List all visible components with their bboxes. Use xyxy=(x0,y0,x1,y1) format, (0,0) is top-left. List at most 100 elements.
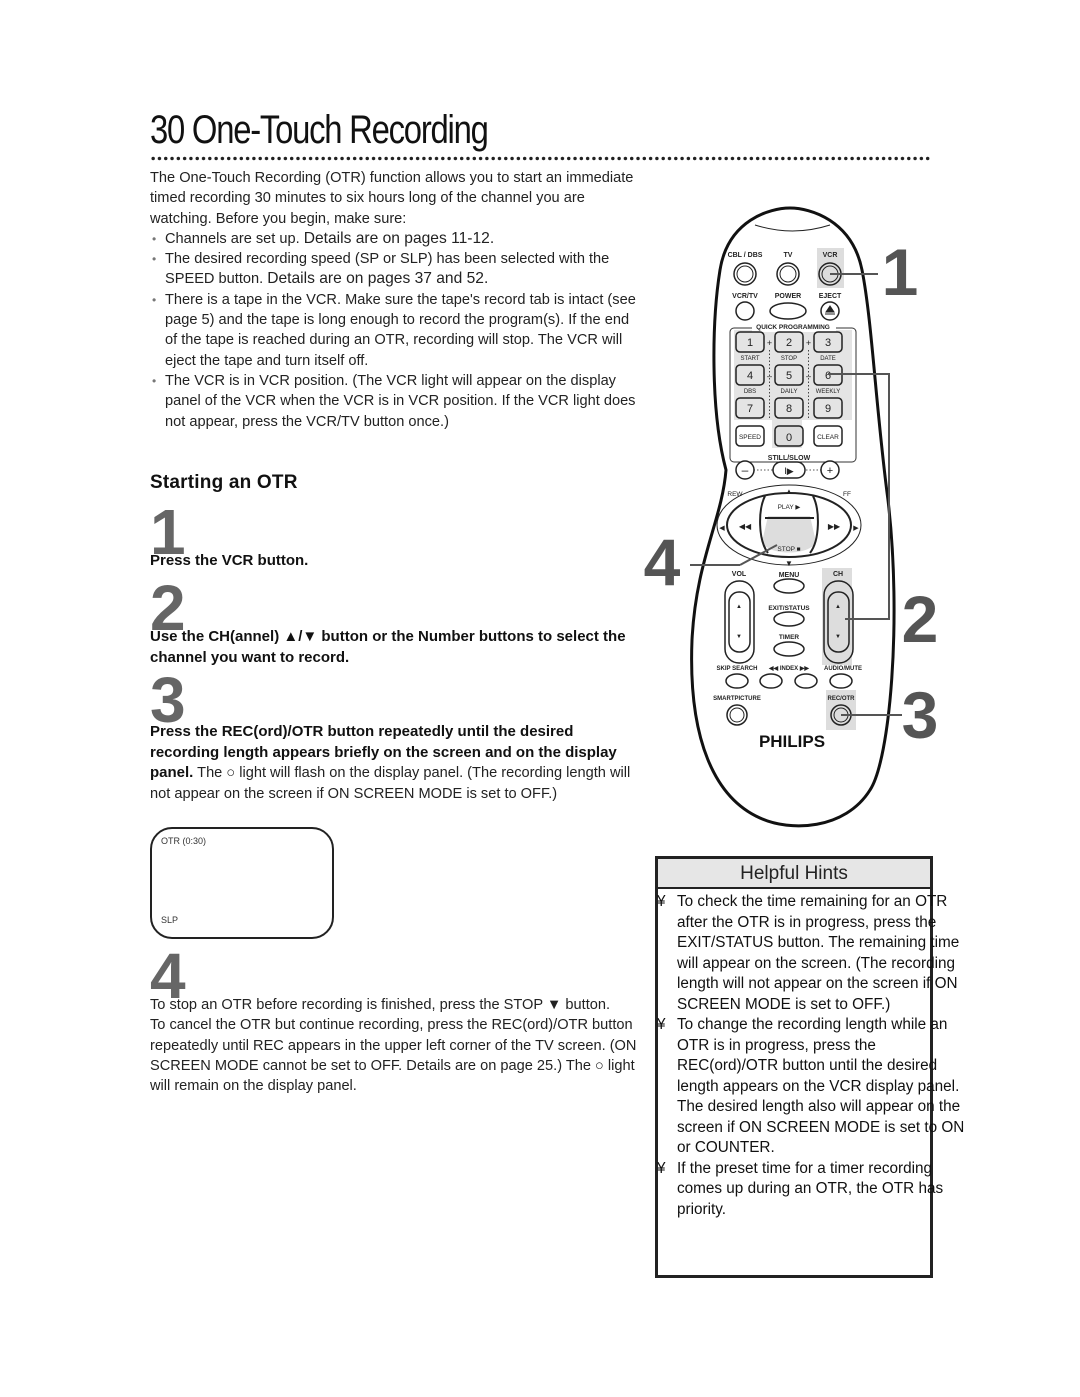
list-item: The desired recording speed (SP or SLP) … xyxy=(150,249,638,290)
label-clear: CLEAR xyxy=(817,434,839,441)
fast-forward-button[interactable]: ▶▶ xyxy=(828,522,841,531)
list-item: The VCR is in VCR position. (The VCR lig… xyxy=(150,371,638,432)
digit-label: 4 xyxy=(747,370,753,382)
page-title: 30 One-Touch Recording xyxy=(150,108,489,152)
separator-glyph: + xyxy=(767,338,772,348)
timer-button[interactable] xyxy=(773,641,805,657)
label-ff: FF xyxy=(843,491,851,498)
label-power: POWER xyxy=(775,293,801,300)
volume-up-icon: ▲ xyxy=(736,604,742,610)
label-quick-programming: QUICK PROGRAMMING xyxy=(756,324,830,331)
remote-control-illustration: CBL / DBS TV VCR VCR VCR/TV POWER EJECT … xyxy=(644,206,939,828)
callout-number-4: 4 xyxy=(644,525,681,599)
label-vcr: VCR xyxy=(823,252,838,259)
bullet-glyph: ¥ xyxy=(657,893,666,910)
page-reference: Details are on pages 37 and 52. xyxy=(267,270,489,288)
separator-glyph: + xyxy=(806,338,811,348)
callout-number-1: 1 xyxy=(882,235,919,309)
label-dbs: DBS xyxy=(744,389,756,395)
brand-logo: PHILIPS xyxy=(759,732,825,751)
label-vcr-tv: VCR/TV xyxy=(732,293,758,300)
audio-mute-button[interactable] xyxy=(829,673,853,689)
frame-advance-icon: I▶ xyxy=(784,466,794,476)
digit-label: 9 xyxy=(825,403,831,415)
digit-label: 5 xyxy=(786,370,792,382)
channel-down-icon: ▼ xyxy=(835,634,841,640)
label-start: START xyxy=(740,356,759,362)
index-forward-button[interactable] xyxy=(794,673,818,689)
digit-label: 2 xyxy=(786,337,792,349)
label-skip-search: SKIP SEARCH xyxy=(717,666,758,672)
exit-status-button[interactable] xyxy=(773,611,805,627)
index-back-button[interactable] xyxy=(759,673,783,689)
digit-label: 6 xyxy=(825,370,831,382)
label-exit-status: EXIT/STATUS xyxy=(768,605,810,612)
label-date: DATE xyxy=(820,356,836,362)
digit-label: 7 xyxy=(747,403,753,415)
label-stop: STOP xyxy=(781,356,797,362)
label-timer: TIMER xyxy=(779,634,800,641)
label-tv: TV xyxy=(784,252,793,259)
label-rec-otr: REC/OTR xyxy=(828,696,856,702)
intro-section: The One-Touch Recording (OTR) function a… xyxy=(150,168,638,432)
hint-item: ¥ To change the recording length while an… xyxy=(657,1016,965,1156)
page-reference: Details are on pages 11-12. xyxy=(303,229,495,247)
fast-forward-icon: ▶▶ xyxy=(828,522,841,531)
volume-rocker[interactable] xyxy=(728,591,751,653)
digit-label: 0 xyxy=(786,432,792,444)
menu-button[interactable] xyxy=(773,578,805,594)
stop-button[interactable]: STOP ■ xyxy=(777,546,800,553)
bullet-glyph: ¥ xyxy=(657,1159,666,1177)
svg-text:STOP ■: STOP ■ xyxy=(777,546,800,553)
right-arrow-icon: ▶ xyxy=(853,525,859,532)
label-menu: MENU xyxy=(779,572,800,579)
callout-number-3: 3 xyxy=(902,678,939,752)
dotted-divider xyxy=(150,156,932,161)
down-arrow-icon: ▼ xyxy=(785,559,793,568)
plus-icon: + xyxy=(827,465,833,477)
rewind-button[interactable]: ◀◀ xyxy=(739,522,752,531)
helpful-hints-list: ¥ To check the time remaining for an OTR … xyxy=(657,892,967,1220)
callout-number-2: 2 xyxy=(902,582,939,656)
step-instruction: Press the REC(ord)/OTR button repeatedly… xyxy=(150,723,631,802)
digit-label: 1 xyxy=(747,337,753,349)
step-note: To stop an OTR before recording is finis… xyxy=(150,997,637,1095)
label-ch: CH xyxy=(833,571,843,578)
hint-item: ¥ To check the time remaining for an OTR … xyxy=(657,893,960,1013)
label-speed: SPEED xyxy=(739,434,761,441)
bullet-glyph: ¥ xyxy=(657,1016,666,1033)
power-button[interactable] xyxy=(769,302,807,320)
prerequisite-list: Channels are set up. Details are on page… xyxy=(150,229,638,432)
channel-rocker[interactable] xyxy=(827,591,850,653)
label-audio-mute: AUDIO/MUTE xyxy=(824,666,862,672)
helpful-hints-title: Helpful Hints xyxy=(658,859,930,889)
step-instruction: Use the CH(annel) ▲/▼ button or the Numb… xyxy=(150,628,626,666)
step-instruction: Press the VCR button. xyxy=(150,552,309,569)
section-heading: Starting an OTR xyxy=(150,472,298,493)
number-keypad: 123456789++–– xyxy=(735,331,843,419)
skip-search-button[interactable] xyxy=(725,673,749,689)
digit-label: 8 xyxy=(786,403,792,415)
minus-icon: – xyxy=(742,463,749,477)
tv-osd-speed: SLP xyxy=(161,915,179,925)
label-smartpicture: SMARTPICTURE xyxy=(713,696,761,702)
label-rew: REW xyxy=(727,491,743,498)
label-cbl-dbs: CBL / DBS xyxy=(728,252,763,259)
label-daily: DAILY xyxy=(781,389,798,395)
left-arrow-icon: ◀ xyxy=(719,525,725,532)
label-weekly: WEEKLY xyxy=(816,389,841,395)
channel-up-icon: ▲ xyxy=(835,604,841,610)
hint-item: ¥ If the preset time for a timer recordin… xyxy=(657,1159,944,1218)
label-eject: EJECT xyxy=(819,293,842,300)
svg-text:PLAY ▶: PLAY ▶ xyxy=(778,504,802,511)
label-index: ◀◀ INDEX ▶▶ xyxy=(768,665,810,672)
list-item: Channels are set up. Details are on page… xyxy=(150,229,638,250)
volume-down-icon: ▼ xyxy=(736,634,742,640)
play-button[interactable]: PLAY ▶ xyxy=(768,498,810,516)
rewind-icon: ◀◀ xyxy=(739,522,752,531)
tv-osd-otr: OTR (0:30) xyxy=(161,836,207,846)
digit-label: 3 xyxy=(825,337,831,349)
list-item: There is a tape in the VCR. Make sure th… xyxy=(150,290,638,371)
vcr-tv-button[interactable] xyxy=(735,301,755,321)
intro-paragraph: The One-Touch Recording (OTR) function a… xyxy=(150,170,634,227)
